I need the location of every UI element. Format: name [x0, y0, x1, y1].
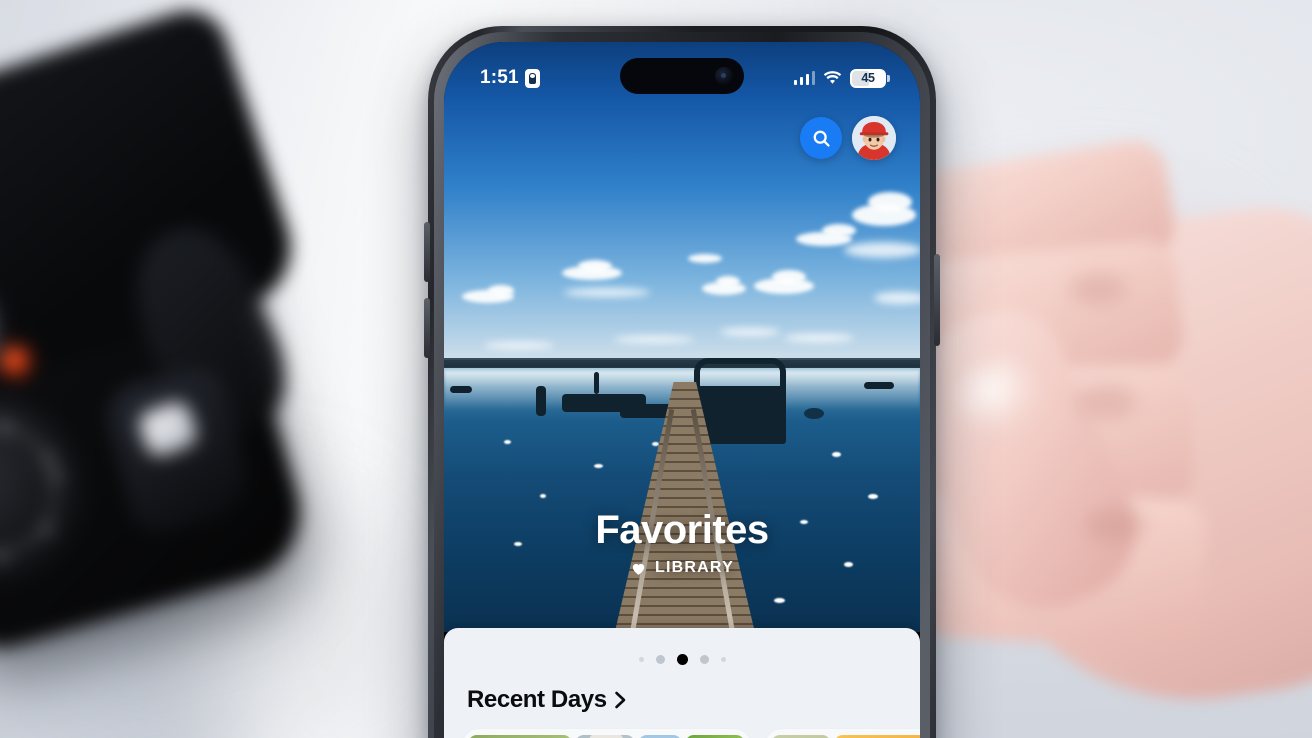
cloud [488, 285, 514, 296]
swimmer [804, 408, 824, 419]
page-dot[interactable] [699, 654, 709, 664]
water-glint [540, 494, 546, 498]
boat-mast [594, 372, 599, 394]
volume-up-button[interactable] [424, 222, 430, 282]
recent-days-card-2[interactable] [765, 729, 920, 738]
front-camera-lens [715, 67, 733, 85]
memoji-avatar [852, 116, 896, 160]
page-dot[interactable] [638, 656, 644, 662]
dial-tick [26, 538, 35, 546]
cloud [720, 328, 780, 336]
cloud [578, 260, 612, 272]
cellular-signal-icon [793, 71, 815, 85]
dial-tick [15, 427, 24, 436]
blurred-camera [0, 0, 350, 738]
battery-indicator: 45 [850, 68, 890, 88]
water-glint [832, 452, 841, 457]
power-button[interactable] [934, 254, 940, 346]
iphone-device: Favorites LIBRARY 1:51 45 Recent Days [424, 26, 940, 738]
phone-screen: Favorites LIBRARY 1:51 45 Recent Days [444, 42, 920, 738]
water-glint [594, 464, 603, 468]
recent-days-header[interactable]: Recent Days [444, 668, 920, 714]
page-dot[interactable] [720, 656, 726, 662]
dial-tick [51, 489, 60, 497]
water-glint [774, 598, 785, 603]
cloud [772, 270, 806, 284]
page-indicator-dots[interactable] [444, 628, 920, 668]
distant-boat-left [450, 386, 472, 393]
chevron-right-icon[interactable] [614, 690, 627, 710]
top-actions [800, 116, 896, 160]
page-dot[interactable] [655, 654, 665, 664]
scene-root: Favorites LIBRARY 1:51 45 Recent Days [0, 0, 1312, 738]
cloud [688, 254, 722, 263]
search-icon [813, 130, 830, 147]
water-glint [652, 442, 659, 446]
recent-days-cards [444, 714, 920, 738]
dial-tick [39, 523, 53, 535]
knuckle-crease-1 [1070, 274, 1126, 304]
dial-tick [30, 438, 39, 447]
water-glint [504, 440, 511, 444]
bottom-sheet: Recent Days [444, 628, 920, 738]
status-time: 1:51 [480, 67, 519, 88]
boat-canopy [694, 358, 786, 390]
camera-led-indicator [2, 348, 28, 374]
dial-tick [47, 507, 56, 516]
water-glint [514, 542, 522, 546]
section-title: Recent Days [467, 686, 607, 713]
knuckle-crease-3 [1084, 508, 1146, 542]
cloud [844, 242, 920, 258]
distant-boat-right [864, 382, 894, 389]
page-dot-active[interactable] [676, 653, 688, 665]
dial-tick [42, 452, 55, 464]
hand-holding-phone [874, 100, 1312, 738]
dial-tick [10, 547, 19, 556]
wifi-icon [823, 71, 842, 85]
cloud [614, 336, 694, 343]
dynamic-island [620, 58, 744, 94]
cloud [564, 288, 650, 297]
status-bar-right: 45 [793, 68, 890, 88]
recent-days-card-1[interactable] [462, 729, 751, 738]
search-button[interactable] [800, 117, 842, 159]
dial-tick [49, 469, 63, 482]
dock-post-left [536, 386, 546, 416]
water-glint [868, 494, 878, 499]
contact-card-icon [524, 68, 540, 88]
status-bar-left: 1:51 [480, 67, 540, 89]
water-glint [844, 562, 853, 567]
profile-avatar-button[interactable] [852, 116, 896, 160]
volume-down-button[interactable] [424, 298, 430, 358]
cloud [484, 342, 554, 349]
battery-percent: 45 [861, 71, 875, 85]
cloud [874, 292, 920, 304]
knuckle-crease-2 [1076, 386, 1136, 418]
dial-tick [0, 420, 11, 433]
water-glint [800, 520, 808, 524]
dial-tick [0, 551, 5, 563]
cloud [822, 224, 856, 237]
cloud [868, 192, 912, 212]
cloud [784, 334, 854, 342]
cloud [716, 276, 740, 287]
